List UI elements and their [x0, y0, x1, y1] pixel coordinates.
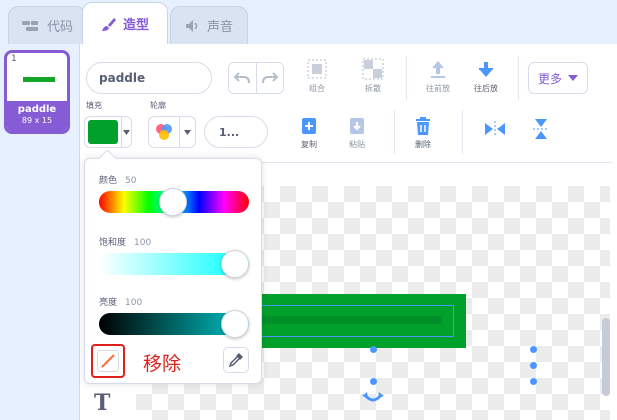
tab-costumes[interactable]: 造型 — [82, 2, 168, 44]
hue-value: 50 — [125, 176, 137, 186]
remove-color-button[interactable] — [91, 344, 125, 378]
caret-down-icon — [184, 129, 191, 135]
brush-icon — [101, 17, 116, 31]
copy-icon — [302, 118, 316, 134]
group-label: 组合 — [309, 84, 325, 93]
fill-color-button[interactable] — [84, 116, 132, 148]
group-icon — [307, 59, 327, 79]
backward-button[interactable]: 往后放 — [474, 58, 498, 94]
paste-button[interactable]: 粘贴 — [348, 116, 366, 150]
costume-number: 1 — [11, 54, 17, 64]
outline-label: 轮廓 — [150, 101, 166, 110]
text-tool-icon[interactable]: T — [94, 390, 110, 416]
vertical-scrollbar[interactable] — [602, 318, 610, 396]
selection-handle[interactable] — [530, 362, 537, 369]
tab-code[interactable]: 代码 — [8, 6, 86, 44]
more-button[interactable]: 更多 — [528, 62, 588, 94]
undo-redo-group — [228, 62, 284, 94]
saturation-value: 100 — [134, 238, 152, 248]
brightness-label: 亮度 — [99, 298, 118, 308]
no-color-icon — [101, 354, 115, 368]
selection-handle[interactable] — [370, 378, 377, 385]
undo-icon — [234, 72, 251, 84]
outline-width-input[interactable]: 1... — [204, 116, 268, 148]
tab-sounds-label: 声音 — [206, 20, 233, 35]
copy-label: 复制 — [301, 140, 317, 149]
costume-card[interactable]: 1 paddle 89 x 15 — [4, 50, 70, 134]
paste-icon — [350, 118, 364, 134]
redo-button[interactable] — [256, 63, 283, 93]
delete-label: 删除 — [415, 140, 431, 149]
hue-label: 颜色 — [99, 176, 118, 186]
forward-label: 往前放 — [426, 84, 450, 93]
fill-swatch — [88, 120, 118, 144]
tab-costumes-label: 造型 — [122, 18, 149, 33]
ungroup-button[interactable]: 拆散 — [362, 58, 384, 94]
caret-down-icon — [123, 129, 130, 135]
copy-button[interactable]: 复制 — [300, 116, 318, 150]
code-icon — [21, 20, 38, 31]
flip-horizontal-button[interactable] — [484, 120, 506, 138]
color-picker-popover: 颜色 50 饱和度 100 亮度 100 移除 — [84, 158, 262, 384]
redo-icon — [261, 72, 278, 84]
tab-bar: 代码 造型 声音 — [0, 0, 617, 44]
ungroup-label: 拆散 — [365, 84, 381, 93]
costume-thumbnail — [23, 77, 55, 82]
group-button[interactable]: 组合 — [306, 58, 328, 94]
paste-label: 粘贴 — [349, 140, 365, 149]
costume-list: 1 paddle 89 x 15 — [0, 44, 80, 420]
eyedropper-button[interactable] — [223, 347, 249, 373]
selection-handle[interactable] — [530, 346, 537, 353]
more-label: 更多 — [537, 71, 562, 86]
flip-vertical-icon — [533, 119, 549, 139]
remove-annotation: 移除 — [143, 353, 182, 375]
undo-button[interactable] — [229, 63, 257, 93]
tab-code-label: 代码 — [46, 20, 73, 35]
backward-label: 往后放 — [474, 84, 498, 93]
hue-slider-knob[interactable] — [159, 188, 187, 216]
flip-vertical-button[interactable] — [532, 118, 550, 140]
brightness-slider-knob[interactable] — [221, 310, 249, 338]
delete-button[interactable]: 删除 — [414, 116, 432, 150]
outline-color-button[interactable] — [148, 116, 196, 148]
forward-icon — [431, 61, 445, 78]
forward-button[interactable]: 往前放 — [426, 58, 450, 94]
trash-icon — [416, 117, 430, 135]
saturation-slider-knob[interactable] — [221, 250, 249, 278]
ungroup-icon — [362, 58, 384, 80]
mixed-color-icon — [156, 124, 172, 140]
rotate-handle-icon[interactable] — [362, 392, 384, 406]
flip-horizontal-icon — [485, 121, 505, 137]
backward-icon — [479, 62, 493, 77]
fill-label: 填充 — [86, 101, 102, 110]
brightness-value: 100 — [125, 298, 143, 308]
costume-size: 89 x 15 — [21, 116, 53, 125]
costume-name-input[interactable]: paddle — [86, 62, 212, 94]
selection-handle[interactable] — [370, 346, 377, 353]
speaker-icon — [185, 19, 198, 32]
saturation-label: 饱和度 — [99, 238, 127, 248]
tab-sounds[interactable]: 声音 — [170, 6, 248, 44]
costume-name: paddle — [17, 104, 57, 115]
eyedropper-icon — [228, 353, 243, 368]
chevron-down-icon — [568, 75, 578, 81]
selection-handle[interactable] — [530, 378, 537, 385]
